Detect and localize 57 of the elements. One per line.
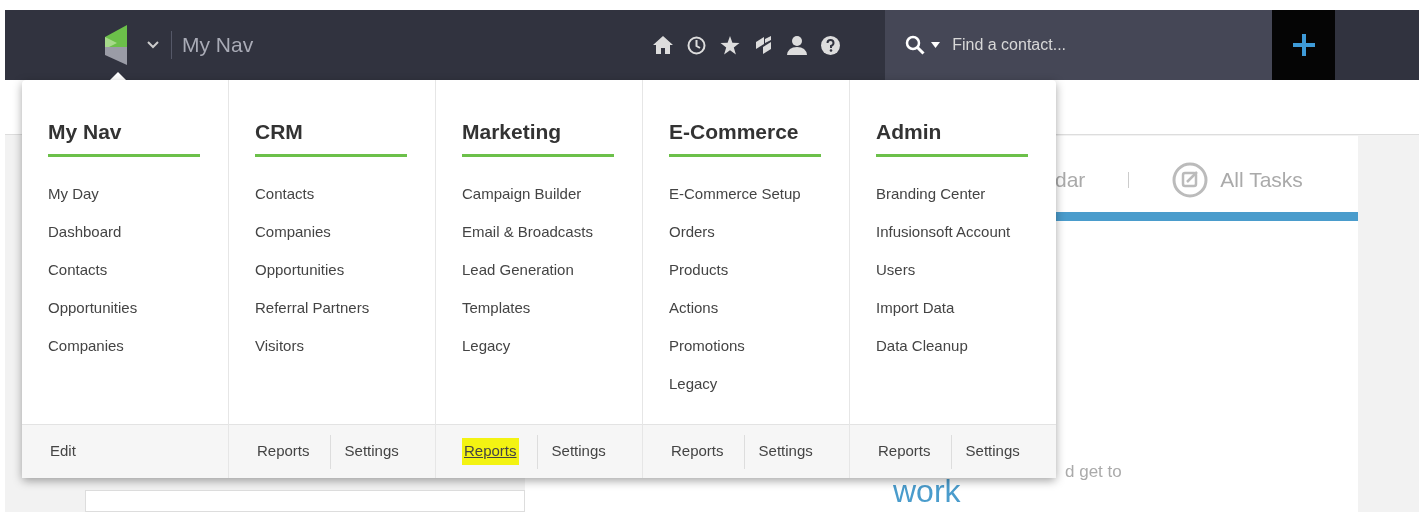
star-icon[interactable] xyxy=(720,35,741,55)
menu-item[interactable]: Companies xyxy=(255,212,409,251)
menu-item[interactable]: Companies xyxy=(48,326,202,365)
footer-link[interactable]: Reports xyxy=(255,438,312,465)
menu-item[interactable]: Lead Generation xyxy=(462,250,616,289)
home-icon[interactable] xyxy=(653,36,674,54)
menu-item[interactable]: Promotions xyxy=(669,326,823,365)
menu-item[interactable]: Users xyxy=(876,250,1030,289)
footer-link[interactable]: Settings xyxy=(342,438,401,465)
menu-item[interactable]: Actions xyxy=(669,288,823,327)
user-icon[interactable] xyxy=(787,35,808,55)
menu-item[interactable]: Contacts xyxy=(48,250,202,289)
menu-item[interactable]: Campaign Builder xyxy=(462,174,616,213)
menu-item[interactable]: Contacts xyxy=(255,174,409,213)
menu-item[interactable]: My Day xyxy=(48,174,202,213)
menu-item[interactable]: Visitors xyxy=(255,326,409,365)
column-heading: Marketing xyxy=(462,116,614,157)
body-text: d get to xyxy=(1065,461,1122,483)
search-field[interactable]: Find a contact... xyxy=(950,32,1251,58)
menu-item[interactable]: Dashboard xyxy=(48,212,202,251)
menu-item[interactable]: Orders xyxy=(669,212,823,251)
footer-link[interactable]: Reports xyxy=(669,438,726,465)
menu-item[interactable]: Infusionsoft Account xyxy=(876,212,1030,251)
plus-icon xyxy=(1292,34,1315,56)
nav-title: My Nav xyxy=(182,32,254,59)
column-heading: CRM xyxy=(255,116,407,157)
highlighted-footer-link[interactable]: Reports xyxy=(462,438,519,465)
puzzle-icon[interactable] xyxy=(754,35,774,55)
edit-icon xyxy=(1172,162,1209,198)
menu-item[interactable]: Legacy xyxy=(669,364,823,403)
column-heading: My Nav xyxy=(48,116,200,157)
dropdown-icon[interactable] xyxy=(931,42,941,48)
footer-link[interactable]: Settings xyxy=(756,438,815,465)
menu-item[interactable]: Products xyxy=(669,250,823,289)
footer-link[interactable]: Edit xyxy=(48,438,78,465)
search-icon[interactable] xyxy=(905,35,926,55)
menu-item[interactable]: Import Data xyxy=(876,288,1030,327)
menu-item[interactable]: Data Cleanup xyxy=(876,326,1030,365)
menu-item[interactable]: Templates xyxy=(462,288,616,327)
menu-item[interactable]: Referral Partners xyxy=(255,288,409,327)
menu-item[interactable]: Email & Broadcasts xyxy=(462,212,616,251)
footer-link[interactable]: Reports xyxy=(876,438,933,465)
menu-item[interactable]: E-Commerce Setup xyxy=(669,174,823,213)
footer-link[interactable]: Settings xyxy=(549,438,608,465)
chevron-down-icon[interactable] xyxy=(147,41,159,49)
column-heading: Admin xyxy=(876,116,1028,157)
help-icon[interactable] xyxy=(821,35,841,55)
search-bar[interactable]: Find a contact... xyxy=(885,10,1273,80)
menu-item[interactable]: Opportunities xyxy=(48,288,202,327)
footer-link[interactable]: Settings xyxy=(963,438,1022,465)
menu-item[interactable]: Opportunities xyxy=(255,250,409,289)
heading: work xyxy=(893,474,961,510)
clock-icon[interactable] xyxy=(687,35,707,55)
menu-item[interactable]: Branding Center xyxy=(876,174,1030,213)
menu-item[interactable]: Legacy xyxy=(462,326,616,365)
column-heading: E-Commerce xyxy=(669,116,821,157)
add-button[interactable] xyxy=(1272,10,1336,80)
